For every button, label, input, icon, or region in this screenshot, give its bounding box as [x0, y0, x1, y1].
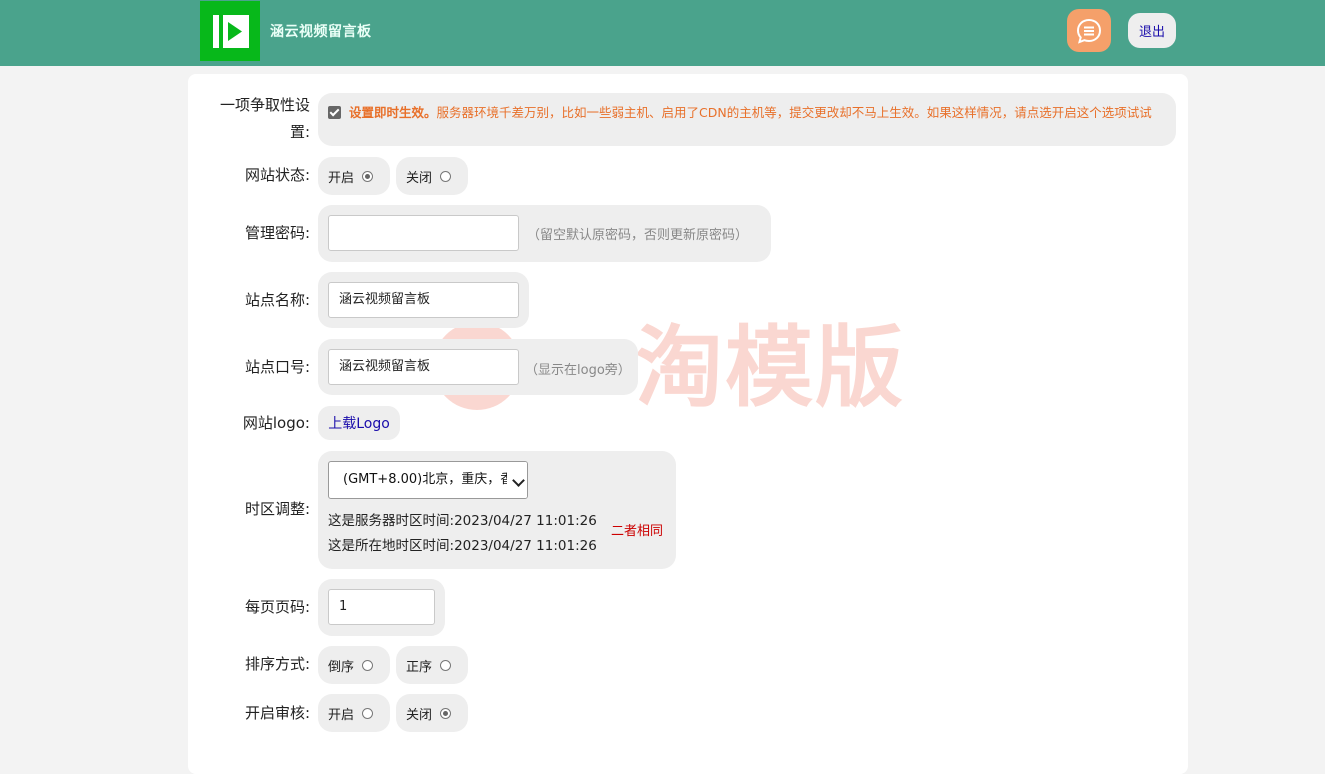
logout-button[interactable]: 退出 [1128, 13, 1176, 48]
review-close[interactable]: 关闭 [396, 694, 468, 732]
sort-asc-radio[interactable] [440, 659, 452, 671]
timezone-selected: (GMT+8.00)北京，重庆，香港 [343, 472, 527, 487]
site-status-close-label: 关闭 [406, 170, 433, 186]
site-status-close[interactable]: 关闭 [396, 157, 468, 195]
message-button[interactable] [1067, 9, 1111, 52]
instant-setting-label: 一项争取性设置: [219, 96, 310, 141]
instant-setting-notice: 设置即时生效。服务器环境千差万别，比如一些弱主机、启用了CDN的主机等，提交更改… [318, 93, 1176, 146]
sort-order-label: 排序方式: [244, 655, 310, 673]
sort-asc[interactable]: 正序 [396, 646, 468, 684]
timezone-select[interactable]: (GMT+8.00)北京，重庆，香港 [328, 461, 528, 499]
site-status-open-radio[interactable] [362, 170, 374, 182]
site-title: 涵云视频留言板 [270, 24, 372, 40]
timezone-label: 时区调整: [244, 500, 310, 518]
site-slogan-input[interactable]: 涵云视频留言板 [328, 349, 519, 385]
play-logo-icon [213, 15, 249, 48]
sort-desc-label: 倒序 [328, 659, 355, 675]
instant-setting-text: 服务器环境千差万别，比如一些弱主机、启用了CDN的主机等，提交更改却不马上生效。… [436, 105, 1152, 120]
site-status-open[interactable]: 开启 [318, 157, 390, 195]
review-close-label: 关闭 [406, 707, 433, 723]
sort-asc-label: 正序 [406, 659, 433, 675]
sort-desc[interactable]: 倒序 [318, 646, 390, 684]
local-time-label: 这是所在地时区时间: [328, 538, 455, 554]
review-close-radio[interactable] [440, 707, 452, 719]
local-time-value: 2023/04/27 11:01:26 [454, 538, 597, 554]
server-time-line: 这是服务器时区时间:2023/04/27 11:01:26 [328, 509, 597, 529]
server-time-value: 2023/04/27 11:01:26 [454, 513, 597, 529]
site-logo[interactable] [200, 1, 260, 61]
top-header: 涵云视频留言板 退出 [0, 0, 1325, 66]
instant-setting-checkbox[interactable] [328, 106, 341, 119]
site-status-open-label: 开启 [328, 170, 355, 186]
site-slogan-hint: （显示在logo旁） [525, 363, 631, 378]
site-status-label: 网站状态: [244, 166, 310, 184]
review-label: 开启审核: [244, 704, 310, 722]
per-page-label: 每页页码: [244, 598, 310, 616]
site-name-input[interactable]: 涵云视频留言板 [328, 282, 519, 318]
admin-password-label: 管理密码: [244, 224, 310, 242]
time-same-note: 二者相同 [611, 524, 664, 539]
chat-bubble-icon [1076, 18, 1102, 44]
local-time-line: 这是所在地时区时间:2023/04/27 11:01:26 [328, 534, 597, 554]
review-open-label: 开启 [328, 707, 355, 723]
instant-setting-strong: 设置即时生效。 [349, 105, 437, 120]
site-status-close-radio[interactable] [440, 170, 452, 182]
site-slogan-label: 站点口号: [244, 358, 310, 376]
site-logo-label: 网站logo: [242, 414, 310, 432]
review-open[interactable]: 开启 [318, 694, 390, 732]
per-page-input[interactable]: 1 [328, 589, 435, 625]
admin-password-hint: （留空默认原密码，否则更新原密码） [527, 228, 749, 243]
sort-desc-radio[interactable] [362, 659, 374, 671]
upload-logo-button[interactable]: 上载Logo [318, 406, 400, 440]
admin-password-input[interactable] [328, 215, 519, 251]
review-open-radio[interactable] [362, 707, 374, 719]
site-name-label: 站点名称: [244, 291, 310, 309]
server-time-label: 这是服务器时区时间: [328, 513, 455, 529]
